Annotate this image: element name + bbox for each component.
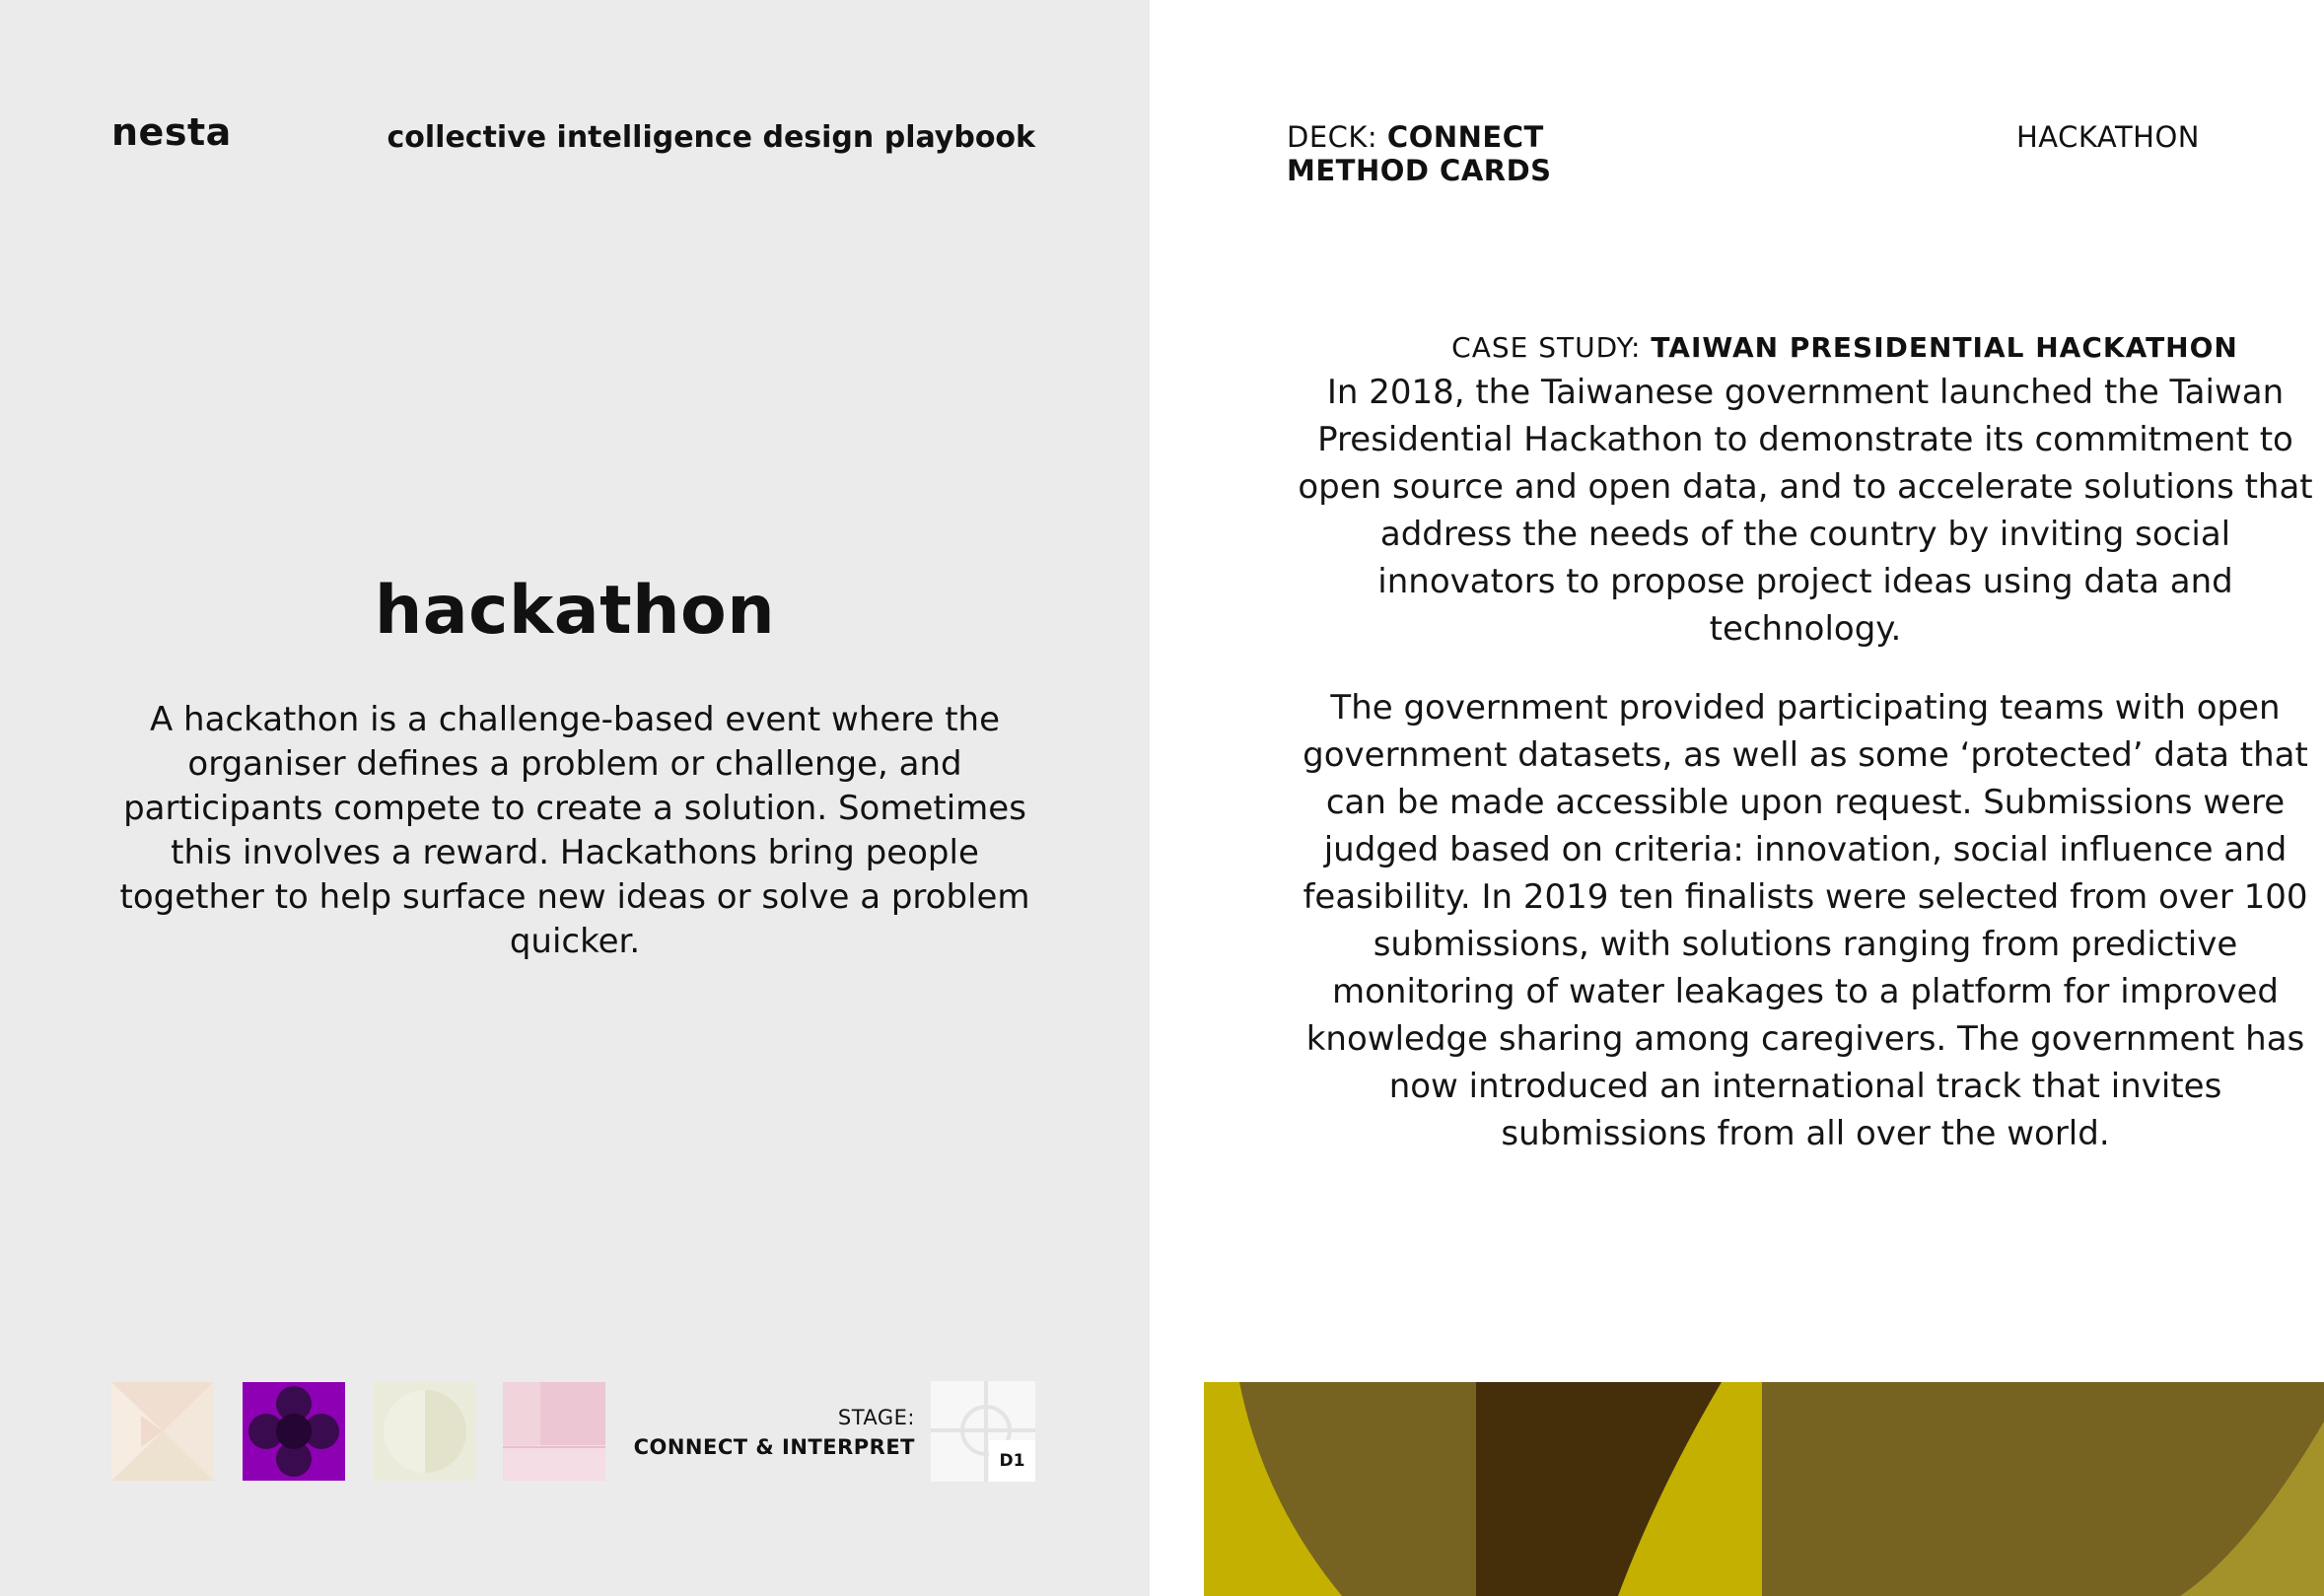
method-description: A hackathon is a challenge-based event w… [119, 700, 1030, 961]
four-circles-pattern-icon[interactable] [243, 1382, 345, 1481]
case-study-paragraph-2: The government provided participating te… [1303, 688, 2308, 1153]
stage-label: STAGE: [837, 1406, 915, 1429]
grid-squares-pattern-icon [503, 1382, 605, 1481]
deck-subtitle: METHOD CARDS [1287, 154, 1552, 187]
decorative-pattern-band [1204, 1382, 2324, 1596]
deck-line: DECK: CONNECT [1287, 120, 1544, 154]
deck-sub: METHOD CARDS [1287, 154, 1552, 187]
deck-prefix: DECK: [1287, 120, 1387, 154]
method-title: hackathon [374, 572, 776, 650]
half-circle-pattern-icon [374, 1382, 476, 1481]
left-card-page: nesta collective intelligence design pla… [0, 0, 1150, 1596]
stage-value: CONNECT & INTERPRET [633, 1435, 915, 1459]
case-study-heading: CASE STUDY: TAIWAN PRESIDENTIAL HACKATHO… [1150, 331, 2324, 364]
envelope-pattern-icon [111, 1382, 214, 1481]
playbook-title: collective intelligence design playbook [387, 120, 1035, 155]
card-name: HACKATHON [2015, 120, 2200, 154]
case-prefix: CASE STUDY: [1451, 331, 1652, 364]
right-card-page: DECK: CONNECT METHOD CARDS HACKATHON CAS… [1150, 0, 2324, 1596]
case-title: TAIWAN PRESIDENTIAL HACKATHON [1651, 331, 2238, 364]
nesta-logo: nesta [111, 110, 232, 154]
card-code-badge: D1 [989, 1440, 1035, 1482]
deck-name: CONNECT [1386, 120, 1544, 154]
case-study-paragraph-1: In 2018, the Taiwanese government launch… [1298, 373, 2313, 649]
